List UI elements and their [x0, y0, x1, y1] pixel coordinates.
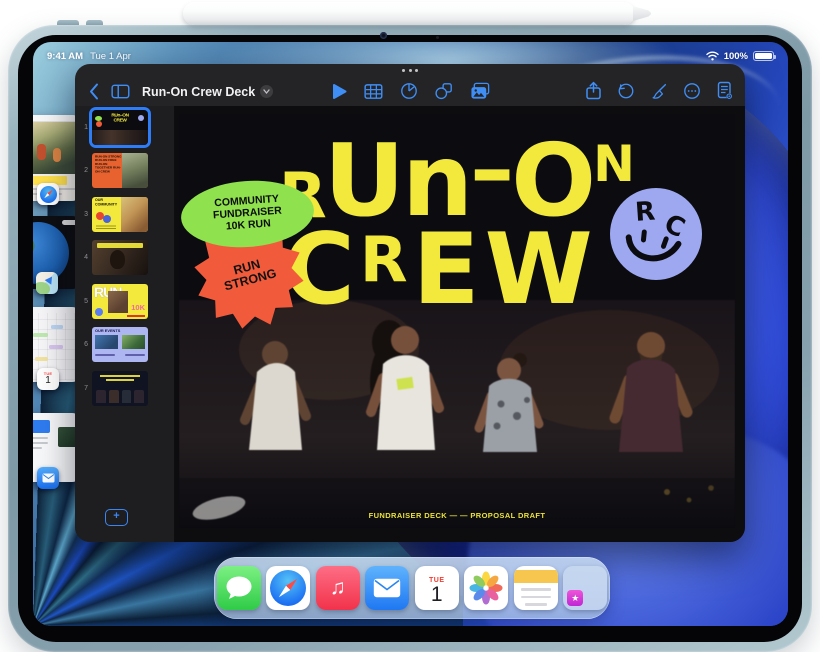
- undo-icon[interactable]: [617, 82, 635, 100]
- messages-bubble-icon: [225, 575, 253, 601]
- chart-icon[interactable]: [400, 82, 418, 100]
- calendar-badge-icon[interactable]: TUE 1: [37, 368, 59, 390]
- slide-number: 3: [75, 211, 92, 218]
- apple-pencil-tip: [633, 6, 651, 21]
- safari-badge-icon[interactable]: [37, 183, 59, 205]
- slide-thumbnail-7[interactable]: 7: [75, 370, 174, 406]
- music-app-icon[interactable]: ♫: [316, 566, 360, 610]
- slide-number: 5: [75, 298, 92, 305]
- calendar-app-icon[interactable]: TUE 1: [415, 566, 459, 610]
- keynote-toolbar: Run-On Crew Deck: [75, 64, 745, 106]
- calendar-day-number: 1: [431, 584, 443, 605]
- slide-thumbnail-2[interactable]: 2 RUN-ON STRONG RUN-ON FREE RUN-ON TOGET…: [75, 153, 174, 189]
- runners-photo: [179, 300, 735, 528]
- apple-pencil: [183, 2, 659, 26]
- slide-navigator-icon[interactable]: [111, 83, 130, 100]
- slide-footer-caption: FUNDRAISER DECK — — PROPOSAL DRAFT: [179, 511, 735, 520]
- slide-thumbnail-4[interactable]: 4: [75, 240, 174, 276]
- title-chevron-icon[interactable]: [260, 85, 273, 98]
- slide-thumbnail-3[interactable]: 3 OUR COMMUNITY: [75, 196, 174, 232]
- notes-header: [514, 570, 558, 583]
- svg-text:R: R: [634, 197, 656, 228]
- ipad-device: 9:41 AM Tue 1 Apr 100%: [8, 25, 812, 652]
- slide-number: 2: [75, 167, 92, 174]
- notes-app-icon[interactable]: [514, 566, 558, 610]
- table-icon[interactable]: [364, 83, 383, 100]
- keynote-window: Run-On Crew Deck: [75, 64, 745, 542]
- back-chevron-icon[interactable]: [89, 83, 99, 100]
- document-title[interactable]: Run-On Crew Deck: [142, 85, 273, 99]
- slide-number: 7: [75, 385, 92, 392]
- ipad-screen: 9:41 AM Tue 1 Apr 100%: [33, 42, 788, 626]
- status-date: Tue 1 Apr: [90, 51, 131, 62]
- calendar-badge-day-number: 1: [45, 376, 51, 386]
- slide-number: 4: [75, 254, 92, 261]
- status-time: 9:41 AM: [47, 51, 83, 62]
- share-icon[interactable]: [585, 81, 602, 100]
- headline-line-1[interactable]: RUn–ON: [279, 136, 632, 220]
- more-icon[interactable]: [683, 82, 701, 100]
- slide-navigator-panel: 1 RUn–ONCREW 2 RUN-ON STRONG RUN-ON FREE…: [75, 106, 175, 542]
- slide-number: 1: [75, 124, 92, 131]
- maps-badge-icon[interactable]: [36, 272, 58, 294]
- dock: ♫ TUE 1: [214, 557, 610, 619]
- music-note-icon: ♫: [330, 576, 346, 600]
- front-camera: [380, 32, 387, 39]
- slide-canvas[interactable]: RUn–ON CREW COMMUNITY FUNDRAISER 10K RUN: [175, 106, 745, 542]
- shapes-icon[interactable]: [435, 82, 453, 100]
- slide-thumbnail-5[interactable]: 5 RUN 10K: [75, 283, 174, 319]
- play-icon[interactable]: [332, 83, 347, 100]
- marketing-scene: 9:41 AM Tue 1 Apr 100%: [0, 0, 820, 652]
- battery-percent: 100%: [724, 51, 748, 62]
- app-folder-icon[interactable]: ★: [563, 566, 607, 610]
- photos-app-icon[interactable]: [464, 566, 508, 610]
- mail-app-icon[interactable]: [365, 566, 409, 610]
- mail-badge-icon[interactable]: [37, 467, 59, 489]
- headline-line-2[interactable]: CREW: [283, 224, 598, 308]
- mail-envelope-icon: [373, 578, 401, 598]
- messages-app-icon[interactable]: [217, 566, 261, 610]
- battery-icon: [753, 51, 774, 61]
- safari-app-icon[interactable]: [266, 566, 310, 610]
- rc-smiley-badge[interactable]: R C: [609, 186, 703, 282]
- status-bar: 9:41 AM Tue 1 Apr 100%: [33, 48, 788, 64]
- slide-1-content[interactable]: RUn–ON CREW COMMUNITY FUNDRAISER 10K RUN: [179, 114, 735, 528]
- slide-thumbnail-6[interactable]: 6 OUR EVENTS: [75, 327, 174, 363]
- star-mini-app-icon: ★: [567, 590, 583, 606]
- sensor-dot: [436, 36, 439, 39]
- media-icon[interactable]: [470, 82, 491, 100]
- photos-flower-icon: [469, 571, 503, 605]
- presenter-notes-icon[interactable]: [716, 81, 733, 100]
- slide-number: 6: [75, 341, 92, 348]
- apple-pencil-body: [183, 2, 635, 25]
- format-brush-icon[interactable]: [650, 82, 668, 100]
- add-slide-button[interactable]: +: [105, 509, 128, 526]
- slide-thumbnail-1[interactable]: 1 RUn–ONCREW: [75, 109, 174, 145]
- wifi-icon: [706, 51, 719, 61]
